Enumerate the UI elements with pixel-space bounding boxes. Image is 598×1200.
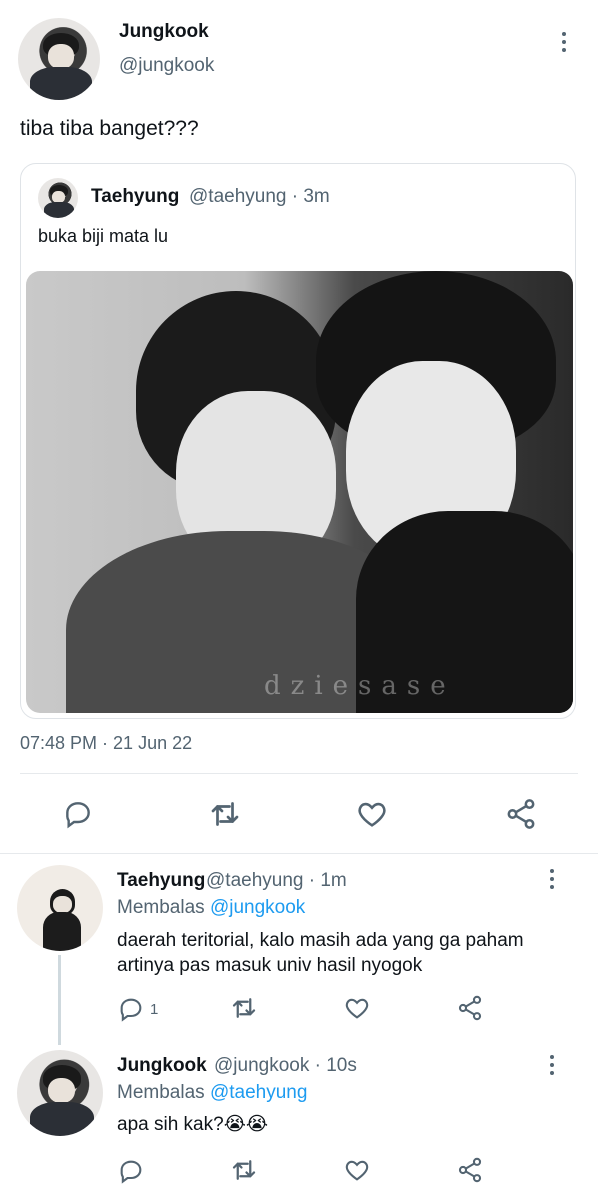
avatar-body [29,1101,95,1136]
avatar-face [52,190,66,203]
retweet-icon[interactable] [207,796,243,832]
reply-author-name[interactable]: Jungkook [117,1055,207,1077]
crying-emoji: 😭😭 [223,1114,269,1135]
replying-to-link[interactable]: @taehyung [210,1082,307,1103]
avatar-taehyung-small[interactable] [38,178,78,218]
reply-handle-time: @jungkook · 10s [214,1055,357,1076]
avatar-face [47,1077,76,1104]
retweet-icon[interactable] [229,1155,259,1185]
more-options-icon[interactable] [561,32,567,56]
more-options-icon[interactable] [549,869,555,893]
photo-watermark: dziesase [264,671,456,701]
reply-text: apa sih kak?😭😭 [117,1113,268,1136]
divider [0,853,598,854]
thread-line [58,955,61,1045]
avatar-taehyung[interactable] [17,865,103,951]
avatar-jungkook[interactable] [18,18,100,100]
author-handle[interactable]: @jungkook [119,55,214,77]
like-icon[interactable] [343,994,371,1022]
retweet-icon[interactable] [229,993,259,1023]
reply-text-line1: daerah teritorial, kalo masih ada yang g… [117,930,524,951]
quoted-author-name: Taehyung [91,186,180,207]
replying-to: Membalas @jungkook [117,897,305,919]
avatar-face [47,44,74,69]
quoted-photo[interactable]: dziesase [26,271,573,713]
reply-count: 1 [150,1001,159,1018]
reply-icon[interactable] [62,798,94,830]
share-icon[interactable] [456,994,484,1022]
author-name[interactable]: Jungkook [119,21,209,43]
reply-handle-time: @taehyung · 1m [206,870,347,891]
replying-to: Membalas @taehyung [117,1082,307,1104]
reply-author-name[interactable]: Taehyung [117,870,205,892]
quoted-handle-time: @taehyung · 3m [189,186,330,207]
share-icon[interactable] [456,1156,484,1184]
quoted-text: buka biji mata lu [38,226,169,246]
share-icon[interactable] [504,797,538,831]
tweet-timestamp: 07:48 PM · 21 Jun 22 [20,733,193,753]
more-options-icon[interactable] [549,1055,555,1079]
reply-text-body: apa sih kak? [117,1114,224,1135]
reply-icon[interactable] [117,1157,145,1185]
avatar-body [44,202,74,218]
replying-prefix: Membalas [117,1082,205,1103]
like-icon[interactable] [343,1156,371,1184]
replying-prefix: Membalas [117,897,205,918]
avatar-body [42,912,82,951]
reply-text-line2: artinya pas masuk univ hasil nyogok [117,955,423,976]
replying-to-link[interactable]: @jungkook [210,897,305,918]
avatar-jungkook[interactable] [17,1050,103,1136]
like-icon[interactable] [355,797,389,831]
reply-icon[interactable] [117,995,145,1023]
divider [20,773,578,774]
avatar-body [30,67,92,100]
tweet-text: tiba tiba banget??? [20,117,199,140]
avatar-face [53,895,73,914]
